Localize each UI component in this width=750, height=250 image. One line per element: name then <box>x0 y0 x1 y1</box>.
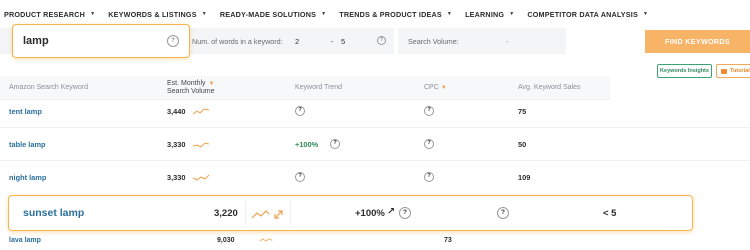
nav-label: KEYWORDS & LISTINGS <box>108 9 197 19</box>
col-header-volume[interactable]: Est. Monthly ▼ Search Volume <box>167 80 214 96</box>
table-row: table lamp 3,330 +100% ? ? 50 <box>0 128 750 161</box>
nav-competitor-data-analysis[interactable]: COMPETITOR DATA ANALYSIS ▼ <box>527 10 648 19</box>
table-row: tent lamp 3,440 ? ? 75 <box>0 95 750 128</box>
avg-sales-value: < 5 <box>603 208 617 219</box>
trend-sparkline-box <box>245 200 291 226</box>
caret-down-icon: ▼ <box>321 11 327 17</box>
sort-desc-icon: ▼ <box>208 81 215 87</box>
keyword-value: lamp <box>23 35 49 47</box>
nav-label: READY-MADE SOLUTIONS <box>219 9 317 19</box>
words-count-label: Num. of words in a keyword: <box>192 36 283 46</box>
help-icon[interactable]: ? <box>295 172 305 182</box>
col-header-sales[interactable]: Avg. Keyword Sales <box>518 84 581 92</box>
col-header-cpc-label: CPC <box>424 84 439 91</box>
help-icon[interactable]: ? <box>295 106 305 116</box>
nav-label: TRENDS & PRODUCT IDEAS <box>339 9 442 19</box>
help-icon[interactable]: ? <box>424 106 434 116</box>
nav-learning[interactable]: LEARNING ▼ <box>465 10 514 19</box>
nav-label: LEARNING <box>465 9 505 19</box>
nav-trends-product-ideas[interactable]: TRENDS & PRODUCT IDEAS ▼ <box>339 10 452 19</box>
help-icon[interactable]: ? <box>497 207 509 219</box>
trend-sparkline-icon[interactable] <box>192 140 210 149</box>
avg-sales-value: 50 <box>518 140 527 149</box>
search-volume-value: 3,330 <box>167 173 186 182</box>
help-icon[interactable]: ? <box>167 35 179 47</box>
tutorial-button[interactable]: Tutorial <box>716 64 750 78</box>
table-row: lava lamp 9,030 73 <box>0 228 750 250</box>
keyword-link[interactable]: table lamp <box>9 140 46 149</box>
search-volume-filter[interactable]: Search Volume: - <box>398 28 566 54</box>
keyword-link[interactable]: tent lamp <box>9 107 42 116</box>
col-header-keyword[interactable]: Amazon Search Keyword <box>9 84 88 92</box>
nav-keywords-listings[interactable]: KEYWORDS & LISTINGS ▼ <box>108 10 207 19</box>
help-icon[interactable]: ? <box>424 172 434 182</box>
keyword-search-input[interactable]: lamp ? <box>12 24 190 58</box>
words-min-input[interactable]: 2 <box>295 37 299 46</box>
words-count-filter: Num. of words in a keyword: 2 - 5 ? <box>189 28 394 54</box>
help-icon[interactable]: ? <box>399 207 411 219</box>
keyword-link[interactable]: lava lamp <box>9 237 41 244</box>
help-icon[interactable]: ? <box>424 139 434 149</box>
words-max-input[interactable]: 5 <box>341 37 345 46</box>
range-dash: - <box>331 36 334 46</box>
search-volume-value: 3,220 <box>214 208 238 219</box>
caret-down-icon: ▼ <box>642 11 649 17</box>
keyword-link[interactable]: night lamp <box>9 173 46 182</box>
caret-down-icon: ▼ <box>509 11 515 17</box>
trend-sparkline-icon[interactable] <box>192 107 210 116</box>
filter-icon[interactable]: ▼ <box>441 85 447 91</box>
col-header-volume-line1: Est. Monthly <box>167 80 206 87</box>
trend-up-arrow-icon: ↗ <box>387 206 395 217</box>
help-icon[interactable]: ? <box>377 36 386 45</box>
help-icon[interactable]: ? <box>330 139 340 149</box>
col-header-trend[interactable]: Keyword Trend <box>295 84 342 92</box>
keyword-link[interactable]: sunset lamp <box>23 207 84 219</box>
search-volume-label: Search Volume: <box>408 36 459 46</box>
search-volume-value: 3,330 <box>167 140 186 149</box>
nav-ready-made-solutions[interactable]: READY-MADE SOLUTIONS ▼ <box>220 10 326 19</box>
caret-down-icon: ▼ <box>90 11 96 17</box>
avg-sales-value: 75 <box>518 107 527 116</box>
find-keywords-button[interactable]: FIND KEYWORDS <box>645 30 750 53</box>
nav-product-research[interactable]: PRODUCT RESEARCH ▼ <box>4 10 95 19</box>
avg-sales-value: 109 <box>518 173 531 182</box>
col-header-cpc[interactable]: CPC ▼ <box>424 84 447 92</box>
tutorial-icon <box>721 68 727 74</box>
keywords-insights-button[interactable]: Keywords Insights <box>657 64 712 78</box>
trend-sparkline-icon[interactable] <box>251 208 285 220</box>
trend-sparkline-icon[interactable] <box>192 173 210 182</box>
trend-sparkline-icon[interactable] <box>259 236 273 244</box>
caret-down-icon: ▼ <box>446 11 453 17</box>
trend-value: +100% <box>295 140 319 149</box>
nav-label: COMPETITOR DATA ANALYSIS <box>527 9 638 19</box>
search-volume-value: 9,030 <box>217 237 235 244</box>
search-volume-value: 3,440 <box>167 107 186 116</box>
tutorial-label: Tutorial <box>730 68 750 74</box>
avg-sales-value: 73 <box>444 237 452 244</box>
range-dash: - <box>506 36 509 46</box>
highlighted-table-row[interactable]: sunset lamp 3,220 +100% ↗ ? ? < 5 <box>8 195 693 231</box>
table-row: night lamp 3,330 ? ? 109 <box>0 161 750 194</box>
nav-label: PRODUCT RESEARCH <box>4 9 86 19</box>
caret-down-icon: ▼ <box>201 11 207 17</box>
trend-value: +100% <box>355 208 385 219</box>
